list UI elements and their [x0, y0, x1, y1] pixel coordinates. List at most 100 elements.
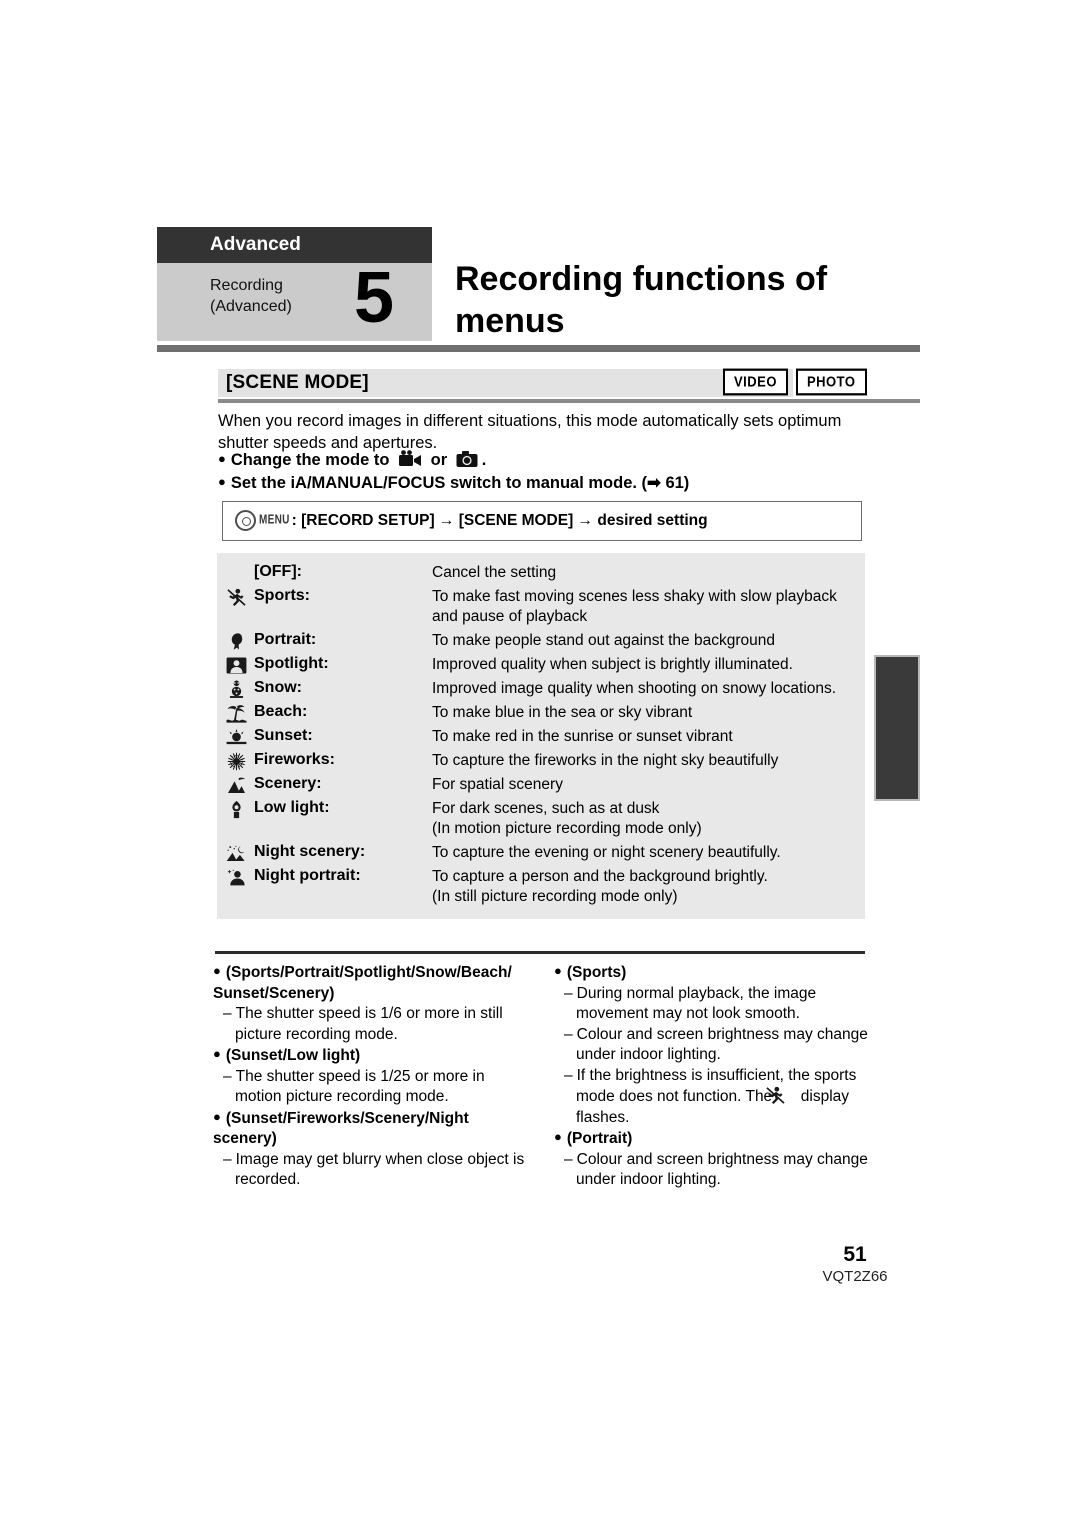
menu-dial-icon: [235, 510, 256, 531]
scene-mode-row: Beach: To make blue in the sea or sky vib…: [217, 701, 865, 725]
dash-marker-icon: –: [223, 1005, 232, 1022]
scene-mode-row: Sports: To make fast moving scenes less s…: [217, 585, 865, 629]
dash-marker-icon: –: [223, 1150, 232, 1168]
scene-mode-name-cell: Sunset:: [217, 727, 432, 747]
scene-mode-row: [OFF]: Cancel the setting: [217, 561, 865, 585]
scene-mode-row: Scenery: For spatial scenery: [217, 773, 865, 797]
scene-mode-label: Night scenery:: [254, 843, 366, 860]
intro-bullet-list: ● Change the mode to or . ● Set the iA/MAN…: [218, 450, 878, 496]
page-number-value: 51: [843, 1243, 867, 1266]
scene-mode-description: To capture the evening or night scenery …: [432, 844, 781, 861]
scene-mode-row: Sunset: To make red in the sunrise or sun…: [217, 725, 865, 749]
spotlight-icon: [225, 655, 247, 675]
bullet-dot-icon-2: ●: [218, 474, 226, 489]
scene-mode-row: Snow: Improved image quality when shootin…: [217, 677, 865, 701]
scene-mode-label: Spotlight:: [254, 655, 329, 672]
scene-mode-description: Cancel the setting: [432, 564, 557, 581]
scene-mode-label: Portrait:: [254, 631, 317, 648]
scene-mode-label: Scenery:: [254, 775, 322, 792]
note-item-text: Colour and screen brightness may change …: [576, 1025, 868, 1064]
intro-bullet-switch: ● Set the iA/MANUAL/FOCUS switch to manua…: [218, 473, 878, 494]
night-scenery-icon: [225, 843, 247, 863]
note-item-text: The shutter speed is 1/25 or more in mot…: [235, 1067, 485, 1106]
scene-mode-row: Night scenery: To capture the evening or …: [217, 841, 865, 865]
snow-icon: [225, 679, 247, 699]
page-title: Recording functions of menus: [455, 260, 828, 340]
dash-marker-icon: –: [564, 1066, 573, 1084]
scene-mode-name-cell: Sports:: [217, 587, 432, 607]
movie-mode-icon: [398, 450, 422, 468]
menu-button-label: MENU: [259, 513, 290, 528]
scene-mode-description: To make people stand out against the bac…: [432, 632, 775, 649]
scene-mode-row: Fireworks: To capture the fireworks in th…: [217, 749, 865, 773]
scene-mode-name-cell: Scenery:: [217, 775, 432, 795]
scene-mode-name-cell: Low light:: [217, 799, 432, 819]
note-item: – The shutter speed is 1/25 or more in mo…: [213, 1067, 532, 1108]
scene-mode-name-cell: Fireworks:: [217, 751, 432, 771]
intro-paragraph: When you record images in different situ…: [218, 412, 842, 452]
scene-mode-label: Night portrait:: [254, 867, 361, 884]
note-item-text: If the brightness is insufficient, the s…: [576, 1066, 857, 1126]
portrait-icon: [225, 631, 247, 651]
scene-mode-row: Low light: For dark scenes, such as at du…: [217, 797, 865, 841]
note-item-text: The shutter speed is 1/6 or more in stil…: [235, 1005, 503, 1043]
scene-mode-description: For spatial scenery: [432, 776, 563, 793]
note-item-text: During normal playback, the image moveme…: [576, 984, 817, 1023]
chapter-subtitle: Recording (Advanced): [210, 275, 292, 317]
document-id: VQT2Z66: [0, 1268, 1080, 1285]
intro-bullet-mode-pre: Change the mode to: [230, 451, 390, 469]
intro-bullet-mode: ● Change the mode to or .: [218, 450, 878, 471]
section-heading-text: [SCENE MODE]: [226, 372, 369, 393]
scene-mode-name-cell: Snow:: [217, 679, 432, 699]
notes-column-right: ● (Sports) – During normal playback, the im…: [554, 962, 873, 1191]
note-item-text: Colour and screen brightness may change …: [576, 1150, 868, 1189]
dash-marker-icon: –: [564, 984, 573, 1002]
scene-mode-name-cell: Beach:: [217, 703, 432, 723]
dash-marker-icon: –: [564, 1025, 573, 1043]
note-item: – Colour and screen brightness may change…: [554, 1150, 873, 1191]
note-group-heading: ● (Sports): [554, 963, 873, 984]
scene-mode-description: To make blue in the sea or sky vibrant: [432, 704, 693, 721]
page-side-tab: [874, 655, 920, 801]
note-item: – If the brightness is insufficient, the …: [554, 1066, 873, 1129]
sports-icon: [225, 587, 247, 607]
sunset-icon: [225, 727, 247, 747]
document-page: Advanced Recording (Advanced) 5 Recordin…: [0, 0, 1080, 1526]
scene-mode-description: For dark scenes, such as at dusk (In mot…: [432, 800, 702, 837]
chapter-underline-rule: [157, 345, 920, 352]
section-heading-rule: [218, 399, 920, 403]
notes-divider-rule: [215, 951, 865, 954]
notes-section: ● (Sports/Portrait/Spotlight/Snow/Beach/ …: [213, 962, 873, 1191]
note-group-heading-text: (Sports): [566, 964, 627, 981]
scene-mode-label: Beach:: [254, 703, 308, 720]
scene-mode-label: Snow:: [254, 679, 302, 696]
fireworks-icon: [225, 751, 247, 771]
note-item: – During normal playback, the image movem…: [554, 984, 873, 1025]
scene-mode-name-cell: Night portrait:: [217, 867, 432, 887]
menu-path-inner: MENU : [RECORD SETUP] → [SCENE MODE] → d…: [235, 510, 708, 531]
video-badge: VIDEO: [723, 368, 788, 396]
dash-marker-icon: –: [223, 1067, 232, 1085]
lowlight-icon: [225, 799, 247, 819]
scene-mode-label: Low light:: [254, 799, 330, 816]
chapter-body: Recording (Advanced) 5: [157, 258, 432, 341]
photo-mode-icon: [456, 450, 478, 468]
note-group-heading: ● (Sunset/Fireworks/Scenery/Night scenery…: [213, 1109, 532, 1150]
bullet-dot-icon: ●: [554, 963, 562, 978]
note-item-text: Image may get blurry when close object i…: [235, 1150, 525, 1189]
scene-mode-description: Improved image quality when shooting on …: [432, 680, 837, 697]
bullet-dot-icon: ●: [213, 1108, 221, 1124]
note-item: – Image may get blurry when close object …: [213, 1150, 532, 1191]
note-group-heading-text: (Portrait): [566, 1130, 633, 1147]
menu-path-box: MENU : [RECORD SETUP] → [SCENE MODE] → d…: [222, 501, 862, 541]
sports-icon: [765, 1086, 797, 1105]
document-id-value: VQT2Z66: [822, 1268, 888, 1285]
scene-mode-description: Improved quality when subject is brightl…: [432, 656, 793, 673]
scene-mode-row: Night portrait: To capture a person and t…: [217, 865, 865, 909]
menu-path-text: : [RECORD SETUP] → [SCENE MODE] → desire…: [291, 511, 708, 529]
photo-badge: PHOTO: [796, 368, 867, 396]
note-group-heading: ● (Portrait): [554, 1129, 873, 1150]
note-group-heading-text: (Sports/Portrait/Spotlight/Snow/Beach/ S…: [213, 964, 512, 1002]
scene-mode-row: Portrait: To make people stand out agains…: [217, 629, 865, 653]
scene-mode-label: [OFF]:: [254, 563, 302, 580]
